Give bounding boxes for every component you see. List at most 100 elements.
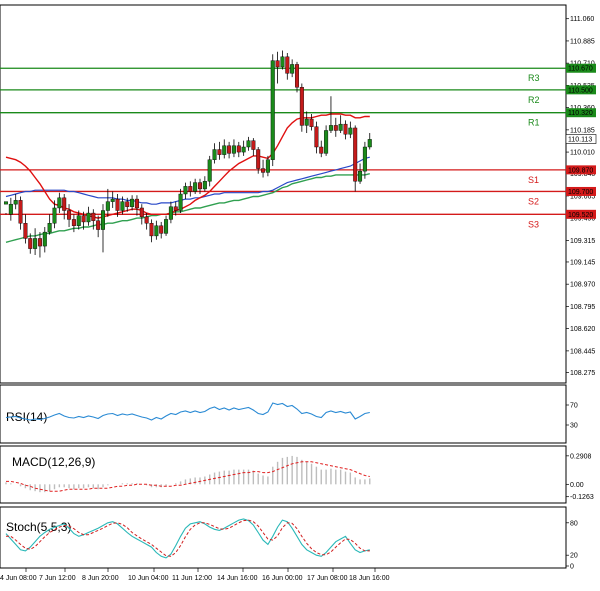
candle-body	[193, 182, 198, 192]
price-tick-label: 110.885	[570, 38, 595, 45]
candle-body	[168, 206, 173, 220]
candle-body	[328, 125, 333, 131]
candle-body	[105, 201, 110, 211]
level-name-s2: S2	[528, 196, 539, 206]
macd-tick-label: 0.00	[570, 482, 584, 489]
candle-body	[261, 168, 266, 173]
candle-body	[33, 238, 38, 249]
time-tick-label: 7 Jun 12:00	[39, 575, 76, 582]
candle-body	[285, 56, 290, 74]
candle-body	[62, 197, 67, 211]
rsi-pane-frame	[0, 384, 567, 444]
candle-body	[362, 146, 367, 172]
candle-body	[222, 145, 227, 155]
level-price-label: 109.700	[568, 189, 593, 196]
candle-body	[100, 210, 105, 230]
candle-body	[304, 118, 309, 126]
stoch-tick-label: 20	[570, 553, 578, 560]
price-tick-label: 108.795	[570, 304, 595, 311]
macd-tick-label: -0.1263	[570, 494, 594, 501]
price-tick-label: 108.275	[570, 370, 595, 377]
candle-body	[47, 223, 52, 233]
stoch-pane-frame	[0, 506, 567, 569]
candle-body	[314, 126, 319, 148]
candle-body	[290, 64, 295, 74]
candle-body	[134, 198, 139, 209]
candle-body	[178, 193, 183, 211]
candle-body	[231, 145, 236, 154]
candle-body	[227, 145, 232, 154]
candle-body	[333, 125, 338, 131]
level-price-label: 110.500	[568, 87, 593, 94]
candle-body	[367, 139, 372, 148]
candle-body	[86, 212, 91, 223]
candle-body	[270, 60, 275, 160]
candle-body	[173, 206, 178, 211]
stoch-pane: Stoch(5,5,3) 80 20 0	[0, 506, 578, 571]
time-tick-label: 8 Jun 20:00	[82, 575, 119, 582]
time-tick-label: 18 Jun 16:00	[349, 575, 390, 582]
candle-body	[319, 146, 324, 154]
candle-body	[217, 149, 222, 155]
candle-body	[125, 201, 130, 207]
rsi-pane: RSI(14) 7030	[0, 384, 578, 444]
candle-body	[120, 201, 125, 211]
rsi-tick-label: 30	[570, 423, 578, 430]
price-tick-label: 109.315	[570, 238, 595, 245]
stoch-title: Stoch(5,5,3)	[6, 520, 71, 534]
candle-body	[91, 212, 96, 221]
last-price-marker: 110.113	[565, 134, 597, 144]
stoch-y-axis: 80 20 0	[566, 520, 578, 571]
stoch-tick-label: 80	[570, 520, 578, 527]
candle-body	[67, 210, 72, 220]
stoch-tick-label: 0	[570, 564, 574, 571]
candle-body	[202, 181, 207, 190]
level-name-r2: R2	[528, 95, 540, 105]
chart-window: 111.060110.885110.710110.535110.360110.1…	[0, 0, 600, 586]
candle-body	[358, 170, 363, 182]
candle-body	[188, 186, 193, 192]
time-axis: 4 Jun 08:00 7 Jun 12:00 8 Jun 20:00 10 Jun …	[0, 568, 390, 582]
level-name-s3: S3	[528, 219, 539, 229]
candle-body	[212, 149, 217, 160]
macd-tick-label: 0.2908	[570, 453, 592, 460]
candle-body	[13, 200, 18, 205]
candle-body	[207, 159, 212, 182]
last-price-label: 110.113	[568, 136, 592, 143]
time-tick-label: 10 Jun 04:00	[128, 575, 169, 582]
candle-body	[183, 186, 188, 195]
level-name-r3: R3	[528, 73, 540, 83]
candle-body	[348, 127, 353, 135]
time-tick-label: 4 Jun 08:00	[0, 575, 37, 582]
candle-body	[164, 219, 169, 234]
candle-body	[8, 203, 13, 215]
candle-body	[149, 223, 154, 237]
candle-body	[197, 182, 202, 190]
macd-y-axis: 0.2908 0.00 -0.1263	[566, 453, 594, 501]
time-tick-label: 14 Jun 16:00	[217, 575, 258, 582]
candle-body	[42, 231, 47, 247]
price-pane: 111.060110.885110.710110.535110.360110.1…	[0, 4, 597, 384]
candle-body	[76, 215, 81, 226]
candle-body	[23, 223, 28, 239]
level-price-label: 109.520	[568, 212, 593, 219]
level-name-r1: R1	[528, 118, 540, 128]
candle-body	[71, 219, 76, 226]
candle-body	[338, 123, 343, 131]
candle-body	[324, 130, 329, 154]
candle-body	[275, 60, 280, 68]
price-tick-label: 111.060	[570, 16, 594, 23]
candle-body	[251, 140, 256, 150]
candle-body	[353, 127, 358, 182]
rsi-tick-label: 70	[570, 403, 578, 410]
time-tick-label: 11 Jun 12:00	[172, 575, 212, 582]
time-tick-label: 17 Jun 08:00	[307, 575, 348, 582]
candle-body	[154, 225, 159, 237]
candle-body	[280, 56, 285, 68]
candle-body	[139, 207, 144, 218]
candle-body	[295, 64, 300, 88]
price-tick-label: 108.970	[570, 282, 595, 289]
rsi-y-axis: 70 30	[566, 403, 578, 430]
candle-body	[52, 207, 57, 224]
candle-body	[96, 220, 101, 230]
